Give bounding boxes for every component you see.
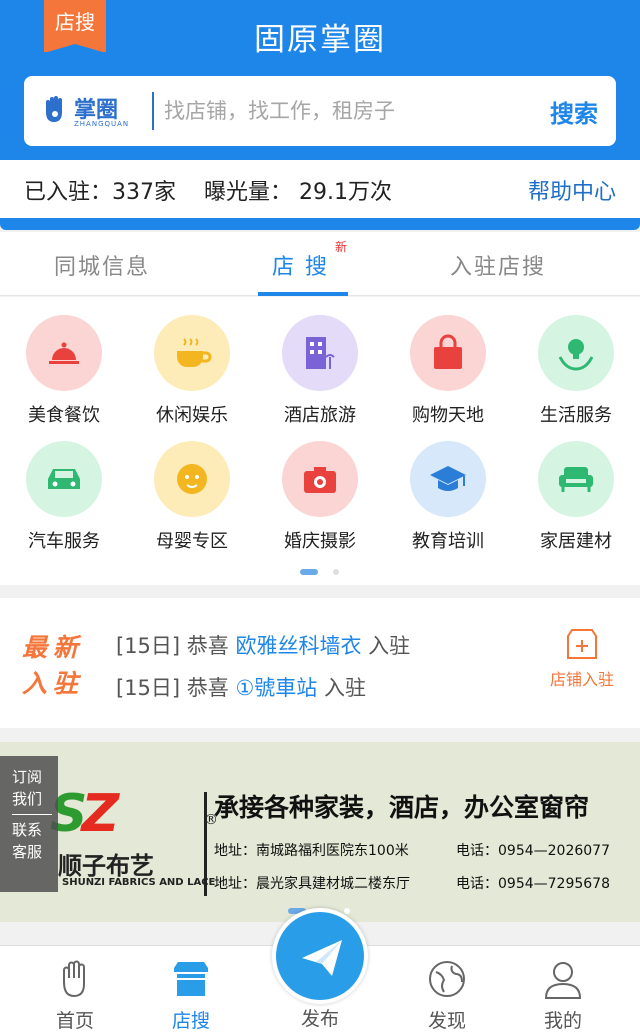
tabbar-discover[interactable]: 发现	[402, 958, 492, 1033]
tab-shop-search[interactable]: 店 搜	[272, 249, 329, 281]
help-center-link[interactable]: 帮助中心	[528, 174, 616, 206]
category-icon-bg	[154, 441, 230, 517]
carousel-dot[interactable]	[333, 569, 339, 575]
shop-join-button[interactable]: 店铺入驻	[542, 628, 622, 690]
category-label: 教育培训	[412, 531, 484, 552]
food-cloche-icon	[49, 342, 79, 364]
subscribe-contact-float[interactable]: 订阅 我们 联系 客服	[0, 756, 58, 892]
category-icon-bg	[410, 315, 486, 391]
baby-icon	[177, 464, 207, 494]
publish-label: 发布	[300, 1008, 339, 1030]
app-title: 固原掌圈	[254, 22, 386, 58]
category-icon-bg	[538, 315, 614, 391]
category-label: 家居建材	[540, 531, 612, 552]
category-icon-bg	[26, 315, 102, 391]
category-grid: 美食餐饮 休闲娱乐 酒店旅游 购物天地 生活服务 汽车服务 母婴专区 婚庆摄影 …	[0, 297, 640, 585]
category-icon-bg	[282, 315, 358, 391]
coffee-cup-icon	[177, 338, 212, 367]
tab-city-info[interactable]: 同城信息	[54, 249, 150, 281]
paper-plane-icon	[302, 940, 342, 976]
publish-button[interactable]	[272, 908, 368, 1004]
category-home-building[interactable]: 家居建材	[512, 423, 640, 552]
stats-bar: 已入驻：337家 曝光量： 29.1万次 帮助中心	[0, 160, 640, 220]
graduation-cap-icon	[430, 466, 466, 491]
category-life-service[interactable]: 生活服务	[512, 297, 640, 426]
exposure-count: 曝光量： 29.1万次	[204, 180, 392, 205]
category-label: 汽车服务	[28, 531, 100, 552]
camera-heart-icon	[304, 467, 336, 493]
category-baby[interactable]: 母婴专区	[128, 423, 256, 552]
category-wedding-photo[interactable]: 婚庆摄影	[256, 423, 384, 552]
search-divider	[152, 92, 154, 130]
tabbar-label: 我的	[543, 1010, 582, 1032]
banner-divider	[204, 792, 207, 896]
tabbar-shop-search[interactable]: 店搜	[146, 958, 236, 1033]
shop-icon	[174, 962, 208, 996]
category-icon-bg	[26, 441, 102, 517]
hand-icon	[63, 960, 85, 998]
tab-join-shop[interactable]: 入驻店搜	[450, 249, 546, 281]
ad-banner[interactable]: SZ ®	[0, 742, 640, 922]
category-leisure[interactable]: 休闲娱乐	[128, 297, 256, 426]
category-label: 母婴专区	[156, 531, 228, 552]
new-entries-section: 最新 入驻 [15日] 恭喜 欧雅丝科墙衣 入驻 [15日] 恭喜 ①號車站 入…	[0, 598, 640, 728]
app-header: 店搜 固原掌圈 掌圈 ZHANGQUAN 搜索	[0, 0, 640, 160]
carousel-dot-active[interactable]	[300, 569, 318, 575]
category-shopping[interactable]: 购物天地	[384, 297, 512, 426]
tabbar-label: 发现	[427, 1010, 466, 1032]
shop-name-link[interactable]: ①號車站	[235, 676, 317, 700]
banner-phone-2: 电话：0954—7295678	[456, 876, 610, 892]
shop-join-label: 店铺入驻	[549, 670, 614, 689]
news-item[interactable]: [15日] 恭喜 欧雅丝科墙衣 入驻	[116, 630, 410, 660]
category-hotel[interactable]: 酒店旅游	[256, 297, 384, 426]
banner-headline: 承接各种家装，酒店，办公室窗帘	[214, 793, 590, 822]
new-badge: 新	[335, 240, 348, 254]
tabbar-label: 店搜	[171, 1010, 210, 1032]
car-icon	[48, 469, 80, 489]
carousel-dot[interactable]	[344, 908, 350, 914]
contact-service-label[interactable]: 联系 客服	[12, 819, 58, 863]
subscribe-label[interactable]: 订阅 我们	[12, 766, 58, 810]
zhangquan-logo: 掌圈 ZHANGQUAN	[40, 90, 150, 134]
hand-logo-icon	[46, 96, 62, 122]
category-label: 婚庆摄影	[284, 531, 356, 552]
category-icon-bg	[154, 315, 230, 391]
shop-add-icon	[567, 629, 597, 659]
tabbar-label: 首页	[55, 1010, 94, 1032]
sz-logo-mark: SZ	[50, 784, 119, 844]
user-icon	[544, 962, 582, 999]
globe-icon	[429, 961, 465, 997]
tab-bar: 同城信息 店 搜 新 入驻店搜	[0, 232, 640, 296]
category-education[interactable]: 教育培训	[384, 423, 512, 552]
search-bar: 掌圈 ZHANGQUAN 搜索	[24, 76, 616, 146]
banner-phone-1: 电话：0954—2026077	[456, 843, 610, 859]
banner-address-1: 地址：南城路福利医院东100米	[214, 843, 409, 859]
joined-count: 已入驻：337家	[24, 180, 176, 205]
new-entries-label: 最新 入驻	[22, 633, 85, 698]
search-button[interactable]: 搜索	[550, 94, 598, 129]
shop-name-link[interactable]: 欧雅丝科墙衣	[235, 634, 361, 658]
divider-band	[0, 218, 640, 230]
shopping-bag-icon	[434, 334, 462, 369]
sofa-icon	[559, 467, 593, 492]
brand-name-en: SHUNZI FABRICS AND LACE	[62, 877, 216, 888]
hotel-icon	[306, 337, 335, 369]
tabbar-home[interactable]: 首页	[30, 958, 120, 1033]
category-icon-bg	[410, 441, 486, 517]
logo-subtext: ZHANGQUAN	[74, 120, 130, 128]
brand-name-cn: 顺子布艺	[58, 852, 154, 880]
lightbulb-hands-icon	[558, 339, 594, 371]
tabbar-mine[interactable]: 我的	[518, 958, 608, 1033]
float-divider	[12, 814, 52, 815]
banner-address-2: 地址：晨光家具建材城二楼东厅	[214, 876, 410, 892]
search-input[interactable]	[164, 90, 534, 132]
category-icon-bg	[538, 441, 614, 517]
news-item[interactable]: [15日] 恭喜 ①號車站 入驻	[116, 672, 366, 702]
category-car[interactable]: 汽车服务	[0, 423, 128, 552]
tab-active-indicator	[258, 292, 348, 296]
category-food[interactable]: 美食餐饮	[0, 297, 128, 426]
category-icon-bg	[282, 441, 358, 517]
